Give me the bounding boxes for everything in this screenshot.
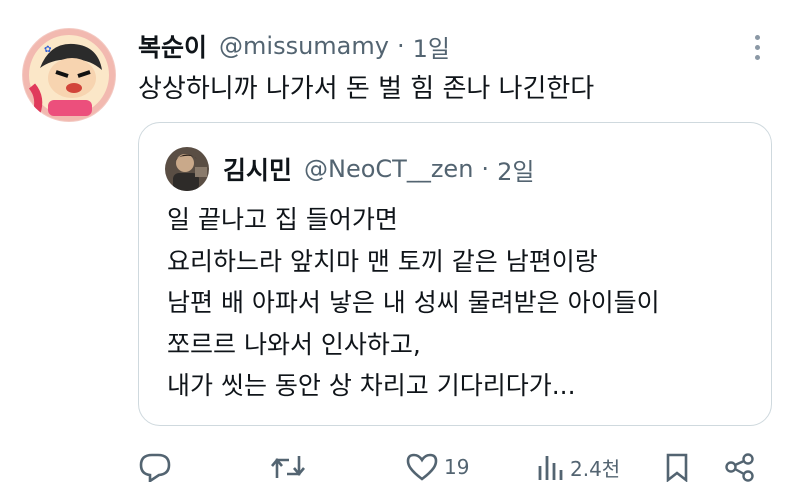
quoted-line: 남편 배 아파서 낳은 내 성씨 물려받은 아이들이 [167, 288, 660, 317]
svg-text:✿: ✿ [44, 45, 52, 55]
quoted-tweet[interactable]: 김시민 @NeoCT__zen · 2일 일 끝나고 집 들어가면 요리하느라 … [138, 122, 772, 426]
tweet-header: 복순이 @missumamy · 1일 [138, 28, 450, 64]
quoted-author-handle: @NeoCT__zen [304, 155, 474, 183]
author-avatar[interactable]: ✿ [22, 28, 116, 122]
retweet-button[interactable] [270, 452, 306, 482]
separator: · [481, 155, 490, 183]
retweet-icon [271, 456, 305, 478]
like-icon [406, 453, 438, 481]
quoted-header: 김시민 @NeoCT__zen · 2일 [223, 149, 534, 189]
quoted-line: 내가 씻는 동안 상 차리고 기다리다가... [167, 371, 576, 400]
author-handle[interactable]: @missumamy [219, 32, 389, 60]
quoted-tweet-text: 일 끝나고 집 들어가면 요리하느라 앞치마 맨 토끼 같은 남편이랑 남편 배… [167, 199, 660, 407]
more-icon[interactable] [742, 30, 772, 64]
quoted-author-avatar [165, 147, 209, 191]
separator: · [396, 32, 405, 60]
views-icon [538, 456, 563, 480]
like-button[interactable]: 19 [406, 452, 469, 482]
quoted-tweet-time: 2일 [497, 157, 535, 186]
reply-button[interactable] [138, 452, 172, 482]
reply-icon [139, 453, 171, 482]
views-button[interactable]: 2.4천 [536, 452, 620, 482]
quoted-line: 쪼르르 나와서 인사하고, [167, 329, 421, 359]
bookmark-icon [666, 453, 688, 482]
quoted-line: 요리하느라 앞치마 맨 토끼 같은 남편이랑 [167, 246, 598, 276]
like-count: 19 [444, 455, 470, 479]
quoted-line: 일 끝나고 집 들어가면 [167, 205, 398, 234]
quoted-author-name: 김시민 [223, 156, 293, 185]
share-icon [725, 453, 754, 482]
share-button[interactable] [724, 452, 756, 482]
view-count: 2.4천 [570, 456, 621, 481]
tweet-text: 상상하니까 나가서 돈 벌 힘 존나 나긴한다 [138, 74, 595, 104]
author-name[interactable]: 복순이 [138, 28, 207, 64]
bookmark-button[interactable] [664, 452, 690, 482]
tweet-time[interactable]: 1일 [413, 29, 450, 64]
action-bar: 19 2.4천 [0, 446, 800, 486]
